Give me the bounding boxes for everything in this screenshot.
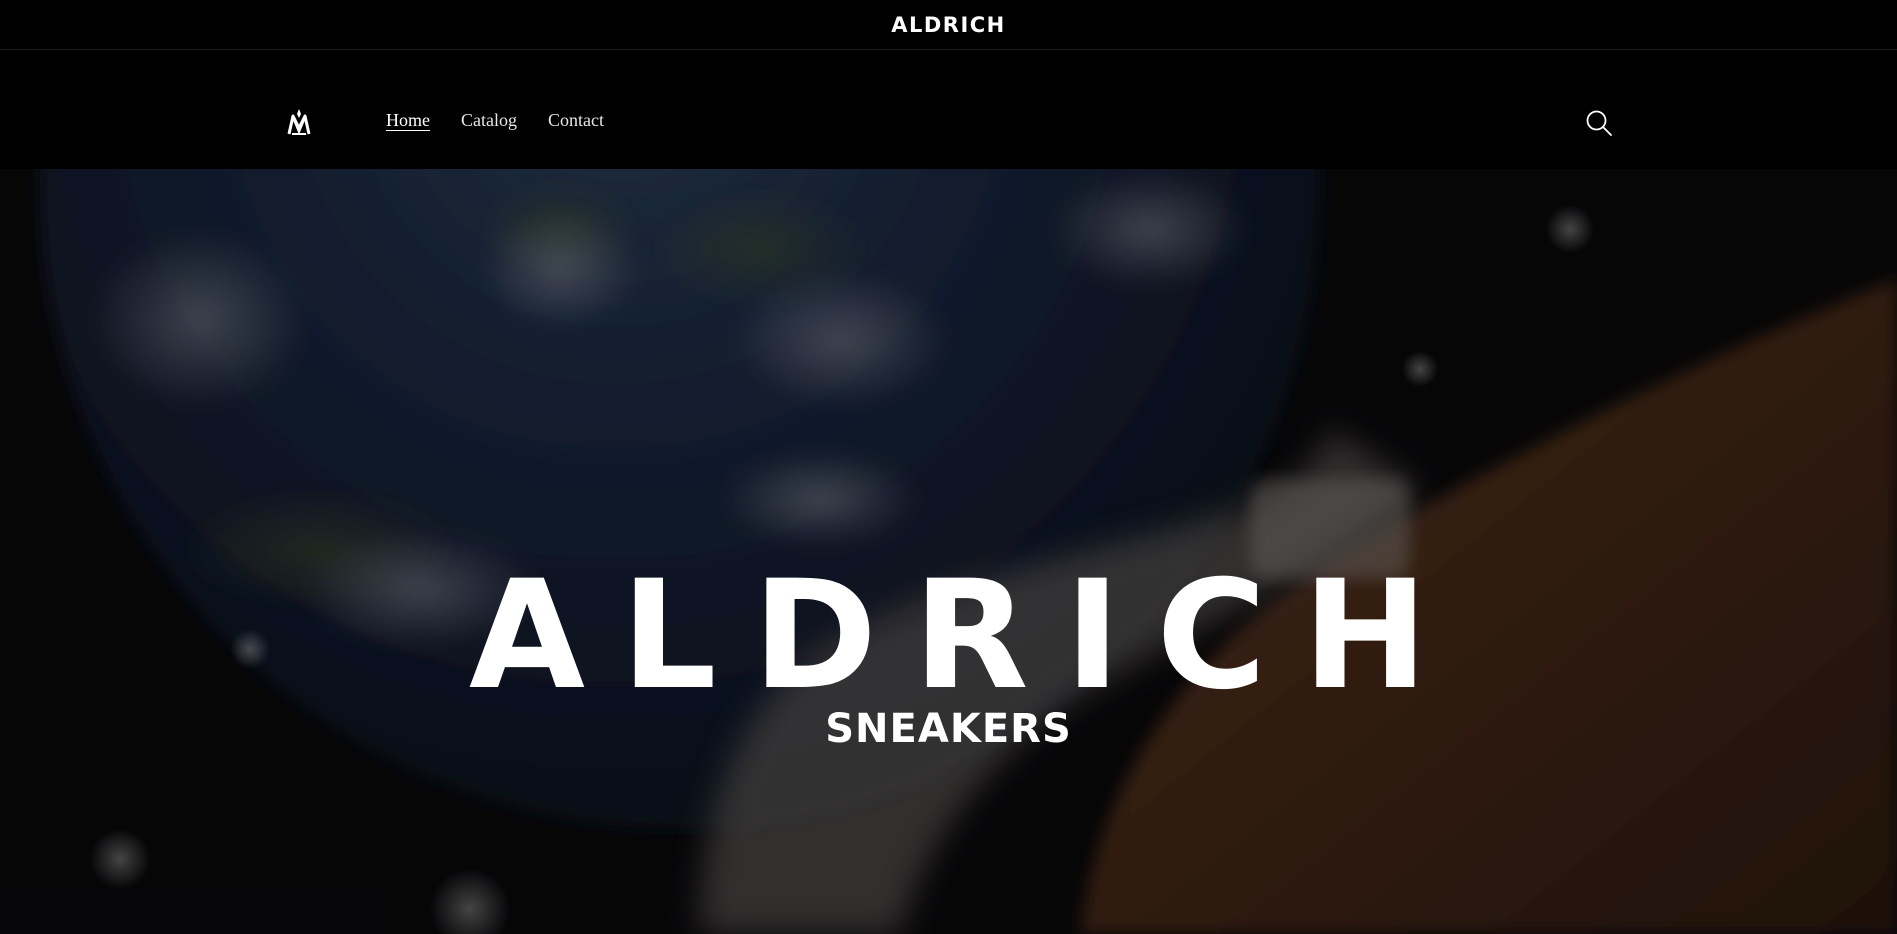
nav-catalog[interactable]: Catalog — [461, 110, 517, 131]
announcement-bar: ALDRICH — [0, 0, 1897, 50]
hero-banner: ALDRICH SNEAKERS — [0, 169, 1897, 934]
nav-home[interactable]: Home — [386, 110, 430, 131]
main-nav: Home Catalog Contact — [386, 110, 604, 131]
search-icon[interactable] — [1584, 108, 1614, 138]
hero-subtitle: SNEAKERS — [825, 706, 1072, 752]
announcement-text: ALDRICH — [891, 12, 1006, 37]
aldrich-crown-logo-icon — [287, 109, 311, 135]
hero-content: ALDRICH SNEAKERS — [0, 169, 1897, 934]
hero-title: ALDRICH — [468, 549, 1465, 723]
nav-contact[interactable]: Contact — [548, 110, 604, 131]
site-header: Home Catalog Contact — [0, 50, 1897, 169]
